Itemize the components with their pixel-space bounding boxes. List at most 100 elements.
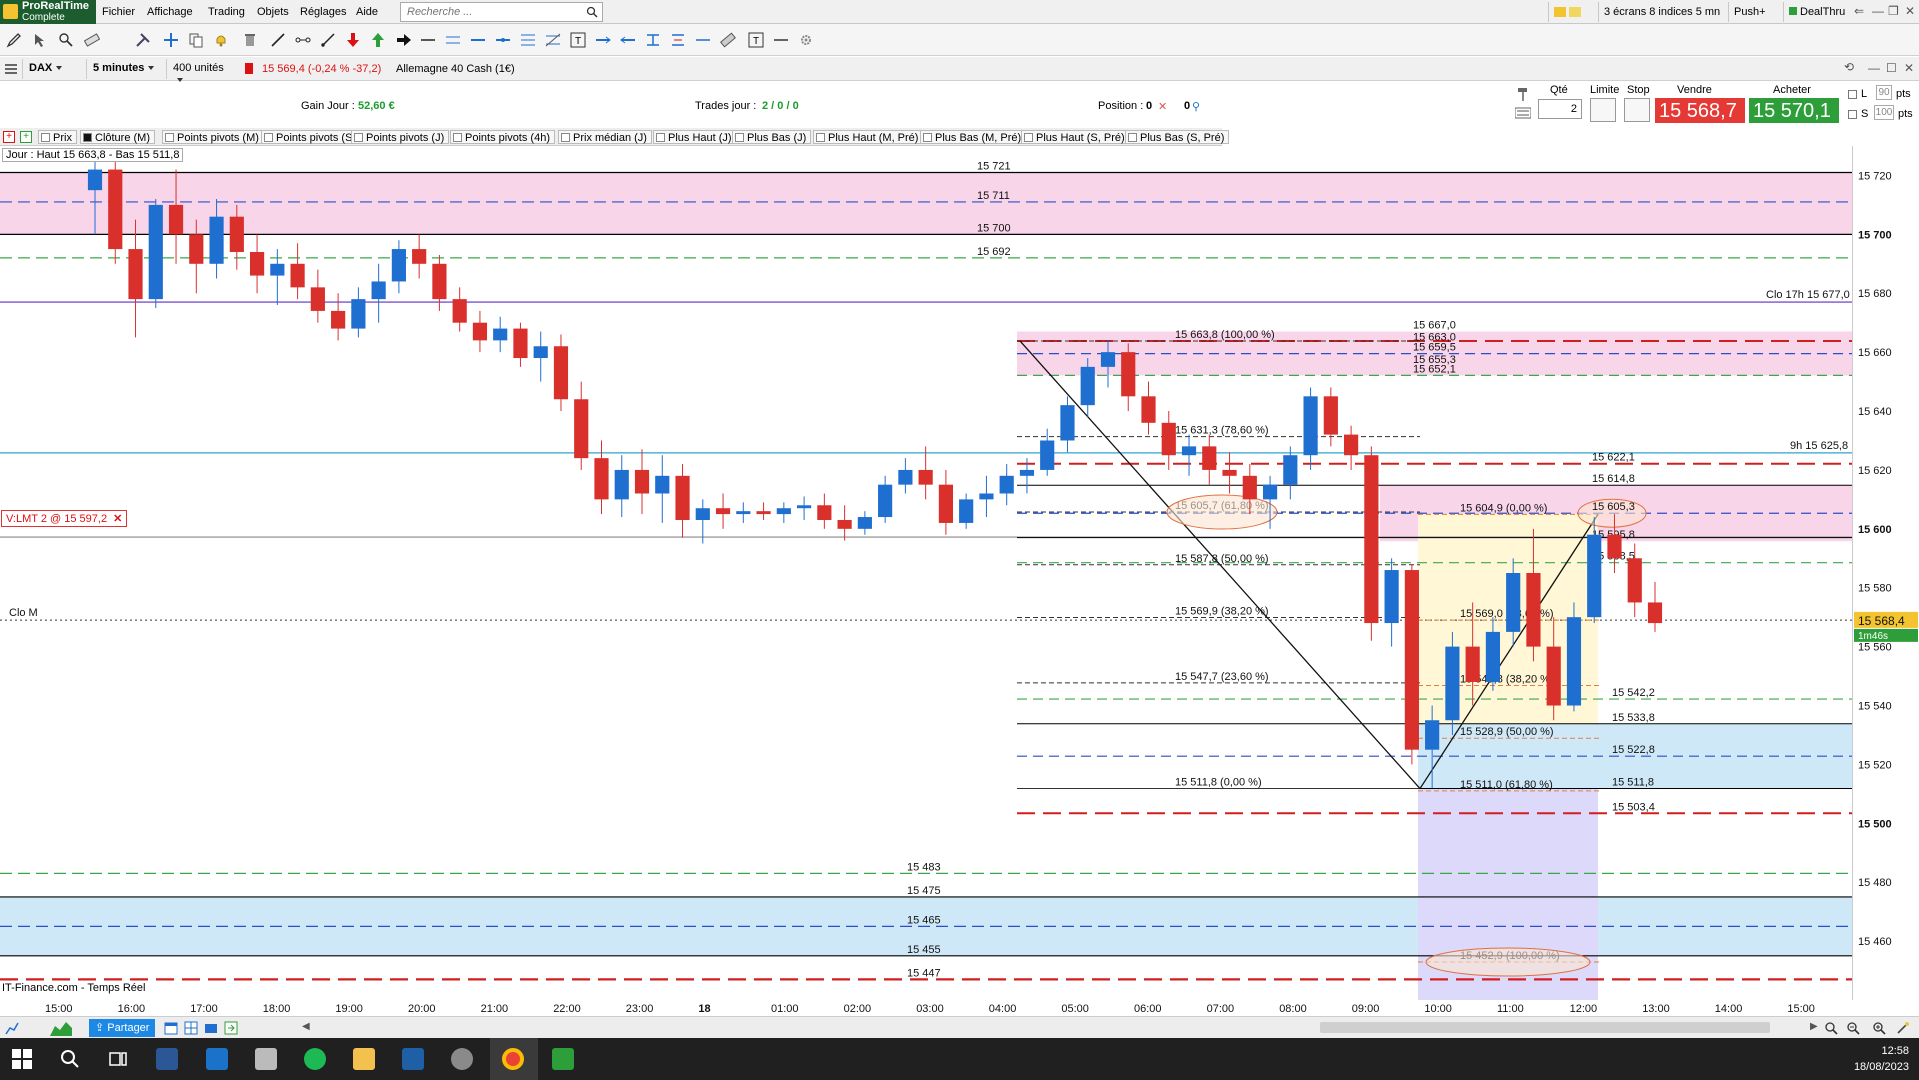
- export-icon[interactable]: [224, 1021, 238, 1035]
- indicator-checkbox[interactable]: [453, 133, 462, 142]
- search-input[interactable]: [401, 3, 581, 21]
- scroll-left-icon[interactable]: ◀: [302, 1021, 310, 1032]
- up-arrow-icon[interactable]: [370, 32, 386, 48]
- sync-icon[interactable]: ⟲: [1844, 60, 1854, 74]
- bracket-icon[interactable]: [645, 32, 661, 48]
- keyboard-icon[interactable]: [1515, 106, 1531, 120]
- wand-icon[interactable]: [1896, 1021, 1910, 1035]
- indicator-chip[interactable]: Clôture (M): [80, 130, 156, 144]
- text-tool-icon[interactable]: T: [570, 32, 586, 48]
- zoom-icon[interactable]: [58, 32, 74, 48]
- taskbar-search-icon[interactable]: [60, 1049, 80, 1069]
- ruler-icon[interactable]: [84, 32, 100, 48]
- settings-app-icon[interactable]: [451, 1048, 473, 1070]
- position-close-icon[interactable]: ✕: [1158, 100, 1167, 113]
- zoom-out-icon[interactable]: [1846, 1021, 1860, 1035]
- ray-icon[interactable]: [320, 32, 336, 48]
- indicator-checkbox[interactable]: [816, 133, 825, 142]
- calendar-icon[interactable]: [164, 1021, 178, 1035]
- symbol-selector[interactable]: DAX: [22, 59, 86, 79]
- spotify-app-icon[interactable]: [304, 1048, 326, 1070]
- indicator-checkbox[interactable]: [1024, 133, 1033, 142]
- timeframe-selector[interactable]: 5 minutes: [86, 59, 164, 79]
- menu-trading[interactable]: Trading: [208, 6, 245, 18]
- price-chart[interactable]: 15 663,8 (100,00 %)15 631,3 (78,60 %)15 …: [0, 146, 1852, 1000]
- dealthru-button[interactable]: DealThru: [1783, 2, 1850, 22]
- teams-app-icon[interactable]: [206, 1048, 228, 1070]
- position-link-icon[interactable]: ⚲: [1192, 100, 1200, 113]
- indicator-chip[interactable]: Plus Bas (M, Pré): [920, 130, 1027, 144]
- channel-icon[interactable]: [445, 32, 461, 48]
- trash-icon[interactable]: [242, 32, 258, 48]
- portfolio-icon[interactable]: [204, 1021, 218, 1035]
- ruler2-icon[interactable]: [720, 32, 736, 48]
- ellipse-tool-icon[interactable]: [495, 32, 511, 48]
- limit-order-button[interactable]: [1590, 98, 1616, 122]
- pencil-icon[interactable]: [6, 32, 22, 48]
- indicator-checkbox[interactable]: [561, 133, 570, 142]
- bell-icon[interactable]: [213, 32, 229, 48]
- arrow-line-icon[interactable]: [595, 32, 611, 48]
- l-checkbox[interactable]: [1848, 90, 1857, 99]
- indicator-checkbox[interactable]: [83, 133, 92, 142]
- pending-order-tag[interactable]: V:LMT 2 @ 15 597,2 ✕: [1, 510, 128, 527]
- indicator-checkbox[interactable]: [165, 133, 174, 142]
- arrow-line2-icon[interactable]: [620, 32, 636, 48]
- indicator-checkbox[interactable]: [354, 133, 363, 142]
- indicator-chip[interactable]: Prix médian (J): [558, 130, 652, 144]
- scroll-thumb[interactable]: [1320, 1022, 1770, 1033]
- task-view-icon[interactable]: [108, 1049, 128, 1069]
- buy-button[interactable]: 15 570,1: [1749, 98, 1839, 123]
- chart-style-icon[interactable]: [4, 1020, 20, 1036]
- level-icon[interactable]: [470, 32, 486, 48]
- chart-close-icon[interactable]: ✕: [1904, 61, 1914, 75]
- share-button[interactable]: ⇪ Partager: [89, 1019, 156, 1037]
- windows-start-icon[interactable]: [12, 1049, 32, 1069]
- indicator-checkbox[interactable]: [41, 133, 50, 142]
- fibonacci-icon[interactable]: [520, 32, 536, 48]
- settings-gear-icon[interactable]: [798, 32, 814, 48]
- indicator-chip[interactable]: Plus Haut (S, Pré): [1021, 130, 1130, 144]
- menu-reglages[interactable]: Réglages: [300, 6, 346, 18]
- cursor-icon[interactable]: [32, 32, 48, 48]
- trendline-icon[interactable]: [270, 32, 286, 48]
- menu-affichage[interactable]: Affichage: [147, 6, 193, 18]
- chrome-app-icon[interactable]: [502, 1048, 524, 1070]
- indicator-chip[interactable]: Prix: [38, 130, 77, 144]
- word-app-icon[interactable]: [156, 1048, 178, 1070]
- chart-minimize-icon[interactable]: —: [1868, 61, 1880, 75]
- indicator-checkbox[interactable]: [923, 133, 932, 142]
- menu-aide[interactable]: Aide: [356, 6, 378, 18]
- chart-maximize-icon[interactable]: ☐: [1886, 61, 1897, 75]
- right-arrow-icon[interactable]: [396, 32, 412, 48]
- table-icon[interactable]: [184, 1021, 198, 1035]
- text2-icon[interactable]: T: [748, 32, 764, 48]
- menu-fichier[interactable]: Fichier: [102, 6, 135, 18]
- back-icon[interactable]: ⇐: [1854, 4, 1864, 18]
- area-chart-icon[interactable]: [50, 1020, 72, 1036]
- range-icon[interactable]: [670, 32, 686, 48]
- indicator-chip[interactable]: Plus Haut (J): [653, 130, 737, 144]
- indicator-chip[interactable]: Points pivots (M): [162, 130, 264, 144]
- notes-icon[interactable]: [1548, 2, 1588, 22]
- indicator-checkbox[interactable]: [1128, 133, 1137, 142]
- close-icon[interactable]: ✕: [1905, 4, 1915, 18]
- hline2-icon[interactable]: [695, 32, 711, 48]
- workspace-selector[interactable]: 3 écrans 8 indices 5 mn: [1598, 2, 1725, 22]
- tools-icon[interactable]: [135, 32, 151, 48]
- line2-icon[interactable]: [773, 32, 789, 48]
- stop-order-button[interactable]: [1624, 98, 1650, 122]
- down-arrow-icon[interactable]: [345, 32, 361, 48]
- copy-icon[interactable]: [188, 32, 204, 48]
- move-icon[interactable]: [163, 32, 179, 48]
- price-axis[interactable]: 15 720 15 700 15 680 15 660 15 640 15 620 15 6…: [1852, 146, 1919, 1000]
- hammer-icon[interactable]: [1515, 86, 1531, 102]
- zoom-fit-icon[interactable]: [1824, 1021, 1838, 1035]
- segment-icon[interactable]: [295, 32, 311, 48]
- indicator-chip[interactable]: Points pivots (S): [261, 130, 362, 144]
- s-pts-input[interactable]: 100: [1874, 105, 1894, 120]
- indicator-chip[interactable]: Plus Haut (M, Pré): [813, 130, 924, 144]
- scroll-right-icon[interactable]: ▶: [1810, 1021, 1818, 1032]
- indicator-checkbox[interactable]: [264, 133, 273, 142]
- s-checkbox[interactable]: [1848, 110, 1857, 119]
